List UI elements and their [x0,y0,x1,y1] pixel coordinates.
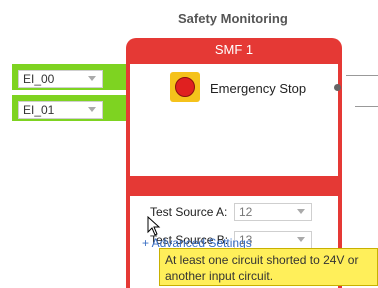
input-ei01[interactable]: EI_01 [12,95,127,121]
chevron-down-icon[interactable] [88,107,96,112]
input-ei00-label: EI_00 [23,72,55,86]
error-tooltip: At least one circuit shorted to 24V or a… [159,248,378,286]
test-source-a-value: 12 [239,205,253,219]
status-circle-icon[interactable] [132,259,150,277]
output-dot[interactable] [334,84,341,91]
output-connector-line [346,75,378,76]
chevron-down-icon[interactable] [297,209,305,214]
input-ei00[interactable]: EI_00 [12,64,127,90]
test-source-a-label: Test Source A: [150,205,228,219]
block-panel: Emergency Stop [130,64,341,176]
emergency-stop-label: Emergency Stop [210,81,307,96]
block-title: SMF 1 [214,42,254,57]
section-title: Safety Monitoring [178,11,288,26]
emergency-stop-icon [170,72,200,102]
chevron-down-icon[interactable] [88,76,96,81]
output-connector-line [355,106,378,107]
chevron-down-icon[interactable] [297,237,305,242]
mouse-cursor-icon [147,216,161,236]
input-ei01-label: EI_01 [23,103,55,117]
test-source-a-select[interactable]: 12 [234,203,312,221]
